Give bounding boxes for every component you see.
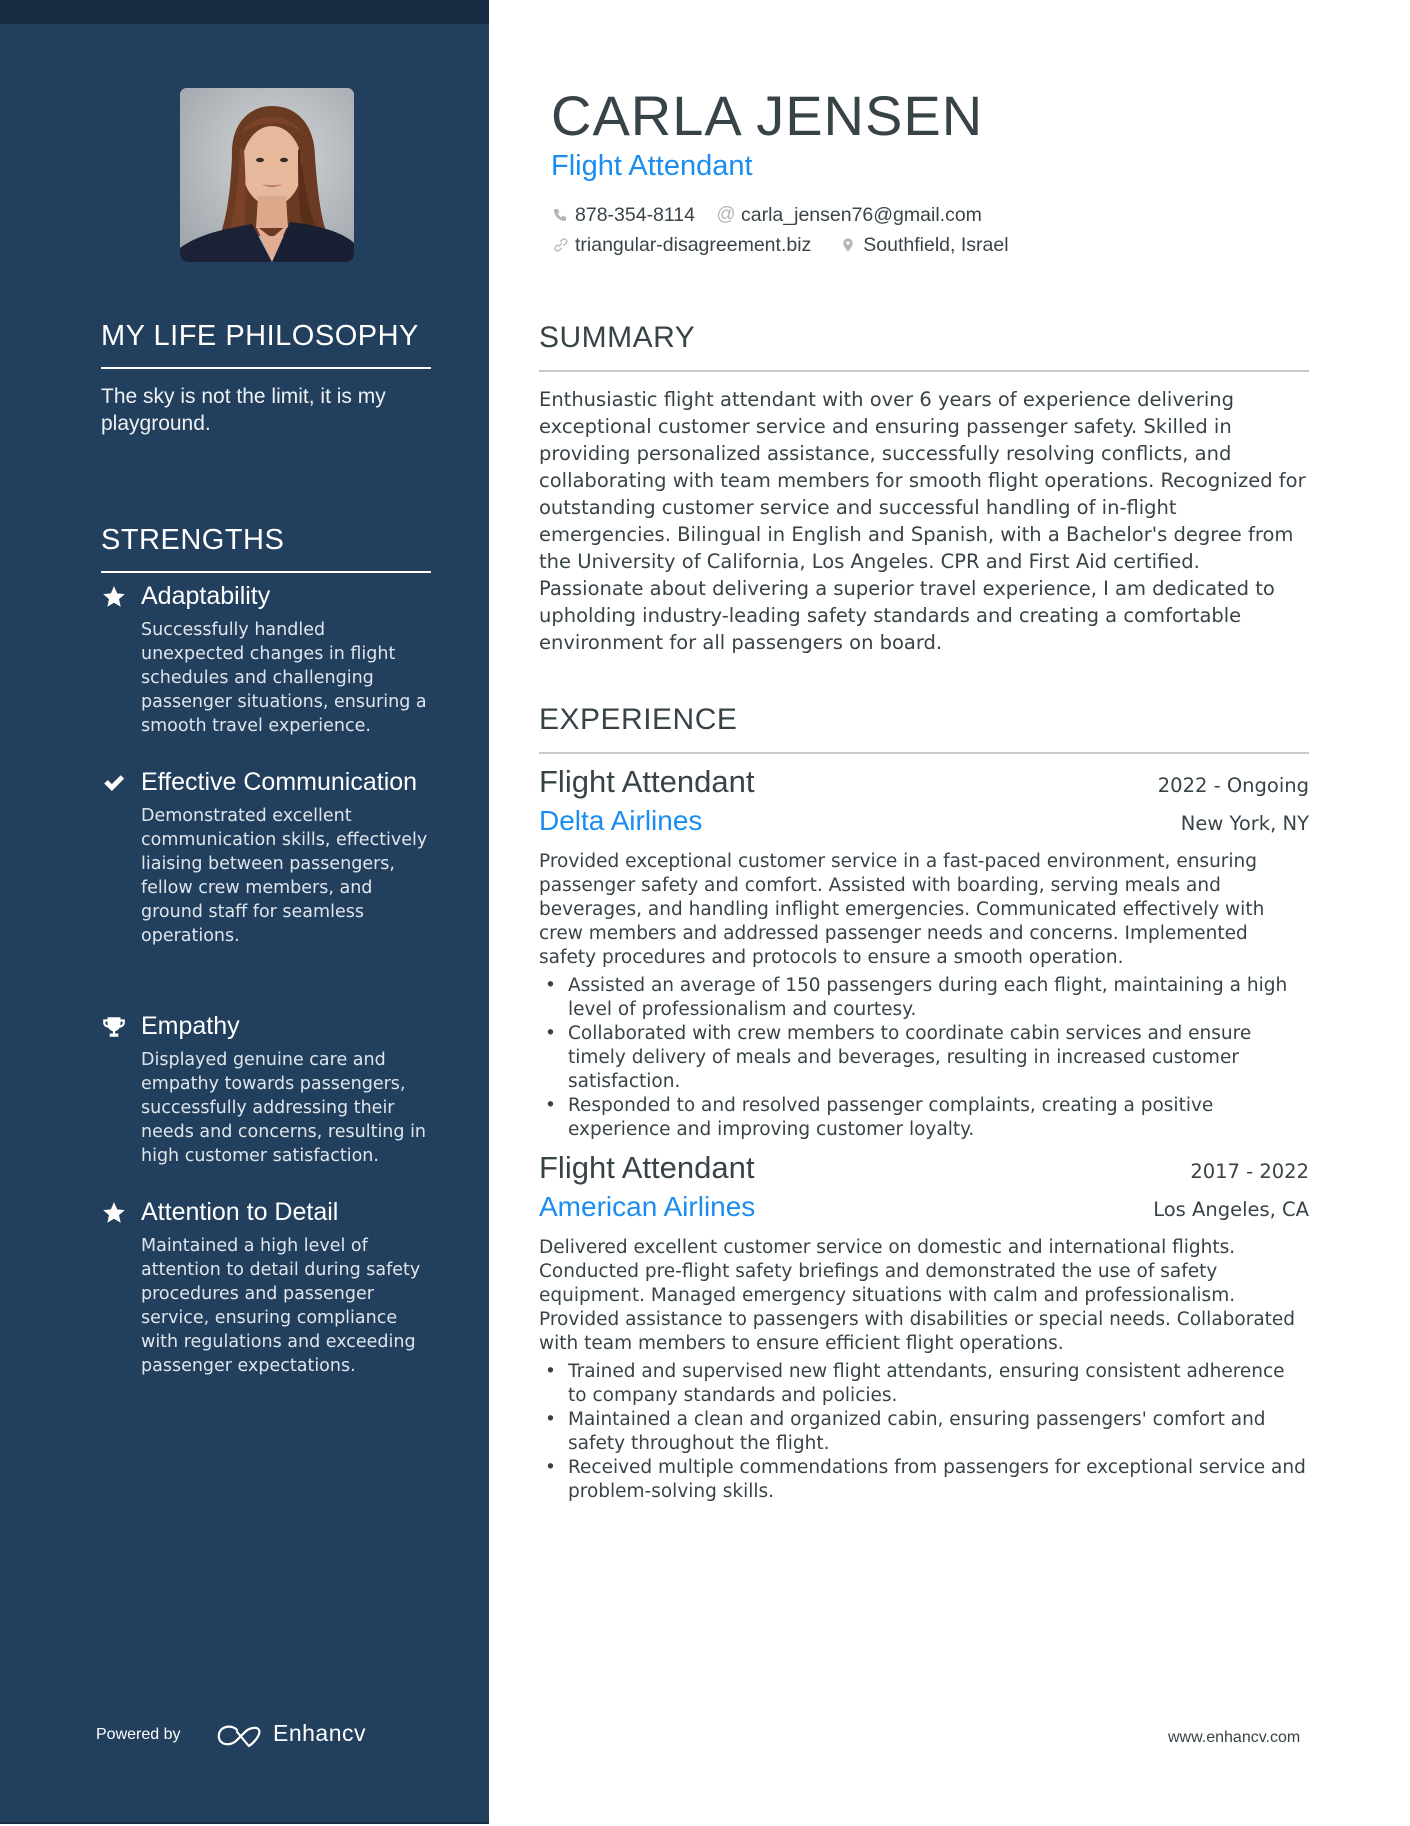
map-pin-icon (839, 236, 857, 254)
philosophy-heading: MY LIFE PHILOSOPHY (101, 318, 431, 369)
job-bullet: Maintained a clean and organized cabin, … (539, 1408, 1309, 1456)
strength-title: Empathy (141, 1012, 240, 1040)
job-bullets: Assisted an average of 150 passengers du… (539, 974, 1309, 1142)
profile-photo-image (180, 88, 354, 262)
strength-description: Demonstrated excellent communication ski… (141, 806, 428, 946)
contact-row-2: triangular-disagreement.biz Southfield, … (551, 232, 1031, 258)
summary-section: SUMMARY Enthusiastic flight attendant wi… (539, 320, 1309, 656)
summary-heading: SUMMARY (539, 320, 1309, 372)
contact-website[interactable]: triangular-disagreement.biz (551, 232, 811, 258)
powered-by-label: Powered by (96, 1726, 181, 1743)
job-company: American Airlines (539, 1191, 756, 1222)
strengths-heading: STRENGTHS (101, 522, 431, 573)
contact-row-1: 878-354-8114 @ carla_jensen76@gmail.com (551, 202, 1004, 228)
job-description: Delivered excellent customer service on … (539, 1237, 1296, 1354)
job-company-row: Delta Airlines New York, NY (539, 802, 1309, 840)
experience-entry: Flight Attendant 2022 - Ongoing Delta Ai… (539, 762, 1309, 1142)
at-icon: @ (716, 204, 736, 225)
job-title: Flight Attendant (539, 764, 755, 799)
strength-item: Effective Communication Demonstrated exc… (101, 766, 431, 948)
job-company: Delta Airlines (539, 805, 703, 836)
job-header-row: Flight Attendant 2022 - Ongoing (539, 762, 1309, 802)
job-description: Provided exceptional customer service in… (539, 851, 1265, 968)
check-icon (101, 770, 127, 796)
job-bullet: Responded to and resolved passenger comp… (539, 1094, 1309, 1142)
summary-text: Enthusiastic flight attendant with over … (539, 388, 1306, 654)
website-text: triangular-disagreement.biz (575, 234, 812, 256)
sidebar-bottom-divider (0, 1822, 489, 1824)
strength-item: Empathy Displayed genuine care and empat… (101, 1010, 431, 1168)
job-bullet: Collaborated with crew members to coordi… (539, 1022, 1309, 1094)
strength-title: Adaptability (141, 582, 271, 610)
job-dates: 2017 - 2022 (1190, 1160, 1309, 1183)
strength-title: Attention to Detail (141, 1198, 339, 1226)
strength-item: Adaptability Successfully handled unexpe… (101, 580, 431, 738)
experience-heading: EXPERIENCE (539, 702, 1309, 754)
philosophy-section: MY LIFE PHILOSOPHY The sky is not the li… (101, 318, 431, 437)
enhancv-brand-link[interactable]: Enhancv (273, 1720, 366, 1747)
trophy-icon (101, 1014, 127, 1040)
job-location: New York, NY (1180, 812, 1309, 835)
candidate-name: CARLA JENSEN (551, 84, 984, 147)
job-bullet: Received multiple commendations from pas… (539, 1456, 1309, 1504)
experience-entry: Flight Attendant 2017 - 2022 American Ai… (539, 1148, 1309, 1504)
location-text: Southfield, Israel (863, 234, 1009, 256)
candidate-title: Flight Attendant (551, 150, 753, 182)
strength-description: Displayed genuine care and empathy towar… (141, 1050, 427, 1166)
link-icon (551, 236, 569, 254)
email-text: carla_jensen76@gmail.com (741, 204, 982, 226)
job-title: Flight Attendant (539, 1150, 755, 1185)
job-location: Los Angeles, CA (1153, 1198, 1309, 1221)
profile-photo (180, 88, 354, 262)
job-dates: 2022 - Ongoing (1157, 774, 1309, 797)
enhancv-logo-icon (217, 1725, 261, 1748)
job-bullet: Assisted an average of 150 passengers du… (539, 974, 1309, 1022)
strength-item: Attention to Detail Maintained a high le… (101, 1196, 431, 1378)
strengths-section: STRENGTHS (101, 522, 431, 573)
job-bullets: Trained and supervised new flight attend… (539, 1360, 1309, 1504)
strength-description: Maintained a high level of attention to … (141, 1236, 421, 1376)
contact-phone[interactable]: 878-354-8114 (551, 202, 695, 228)
contact-email[interactable]: @ carla_jensen76@gmail.com (716, 202, 982, 228)
job-bullet: Trained and supervised new flight attend… (539, 1360, 1309, 1408)
experience-section: EXPERIENCE (539, 702, 1309, 754)
star-icon (101, 584, 127, 610)
footer-website-link[interactable]: www.enhancv.com (1168, 1729, 1300, 1747)
philosophy-text: The sky is not the limit, it is my playg… (101, 385, 386, 435)
phone-icon (551, 206, 569, 224)
sidebar-top-bar (0, 0, 489, 24)
job-header-row: Flight Attendant 2017 - 2022 (539, 1148, 1309, 1188)
job-company-row: American Airlines Los Angeles, CA (539, 1188, 1309, 1226)
star-icon (101, 1200, 127, 1226)
strength-title: Effective Communication (141, 768, 418, 796)
strength-description: Successfully handled unexpected changes … (141, 620, 427, 736)
phone-text: 878-354-8114 (575, 204, 695, 226)
contact-location: Southfield, Israel (839, 232, 1009, 258)
